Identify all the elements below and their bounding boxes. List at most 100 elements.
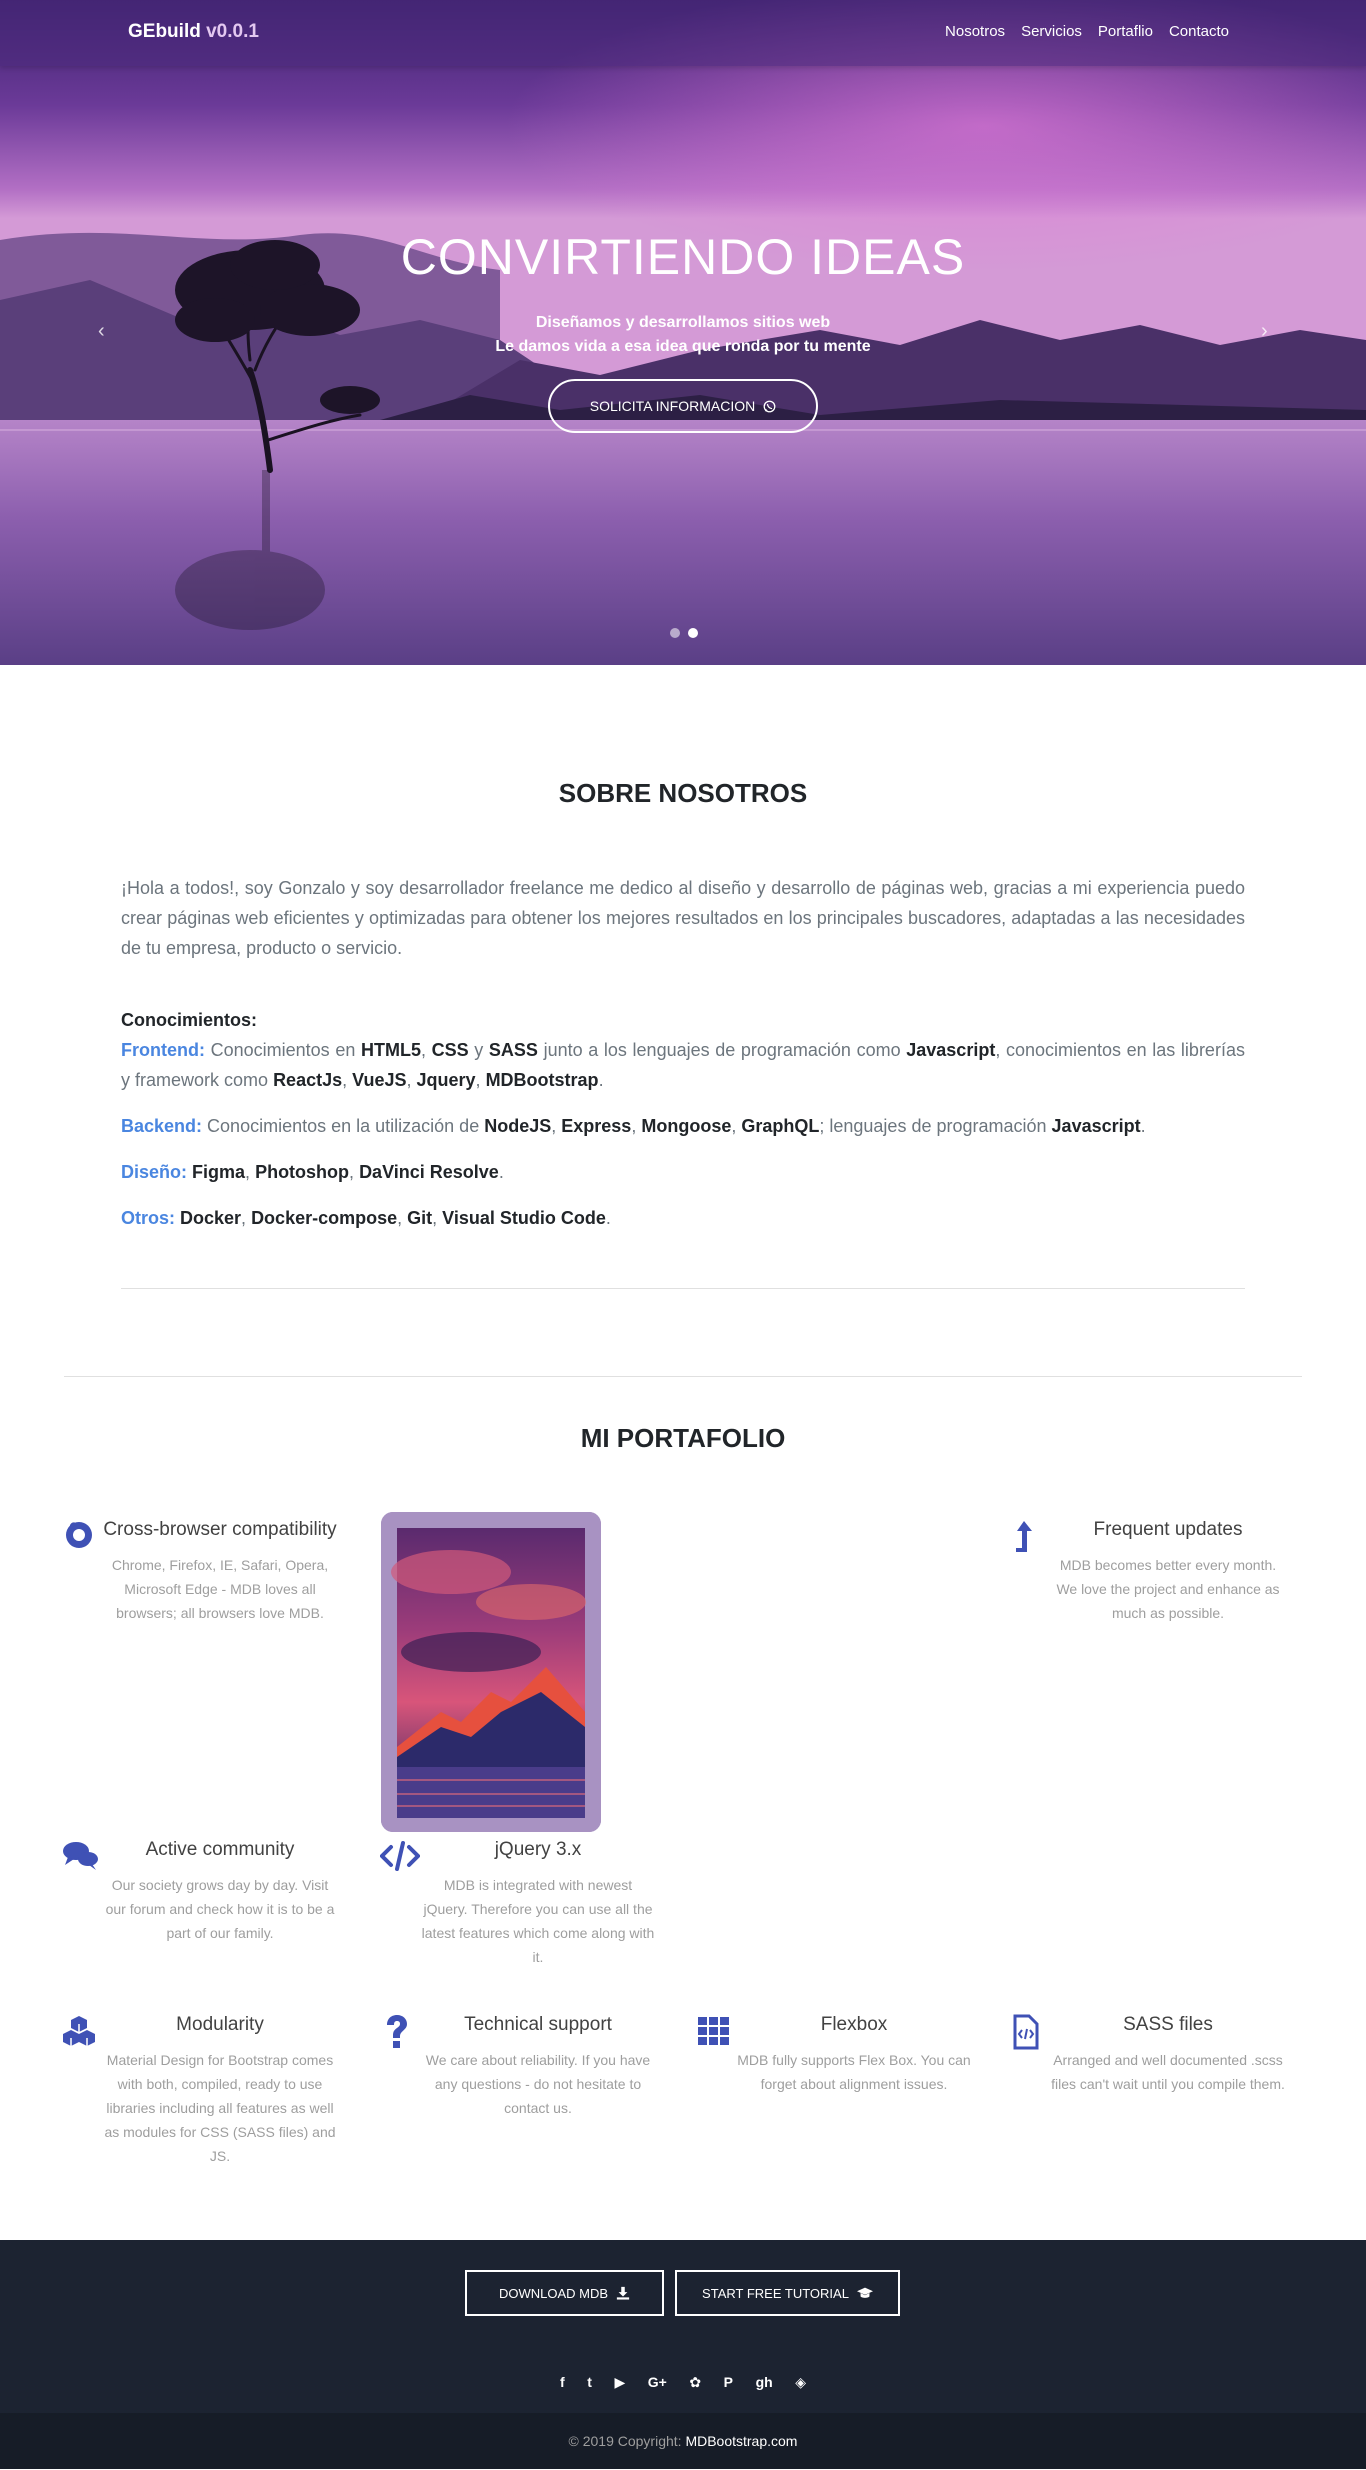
- feature-title: jQuery 3.x: [494, 1839, 582, 1860]
- firefox-icon: [66, 1522, 92, 1548]
- skills-heading: Conocimientos:: [121, 1010, 258, 1030]
- about-title: SOBRE NOSOTROS: [558, 778, 808, 808]
- brand[interactable]: GEbuild v0.0.1: [128, 21, 259, 43]
- feature-desc: Our society grows day by day. Visit our …: [105, 1877, 335, 1941]
- nav-links: Nosotros Servicios Portaflio Contacto: [945, 23, 1229, 40]
- skills-backend: Backend: Conocimientos en la utilización…: [121, 1116, 1146, 1136]
- skill-graphql: GraphQL: [741, 1116, 820, 1136]
- graduation-cap-icon: [856, 2287, 873, 2298]
- feature-desc: MDB is integrated with newest jQuery. Th…: [421, 1877, 655, 1965]
- brand-name[interactable]: GEbuild: [128, 21, 201, 42]
- backend-label: Backend:: [121, 1116, 203, 1136]
- skill-css: CSS: [431, 1040, 469, 1060]
- twitter-icon[interactable]: t: [587, 2374, 592, 2391]
- backend-text: Conocimientos en la utilización de: [207, 1116, 480, 1136]
- feature-desc: Material Design for Bootstrap comes with…: [104, 2052, 336, 2164]
- start-tutorial-label: START FREE TUTORIAL: [702, 2285, 849, 2301]
- skill-express: Express: [561, 1116, 632, 1136]
- navbar: GEbuild v0.0.1 Nosotros Servicios Portaf…: [0, 0, 1366, 66]
- skill-vuejs: VueJS: [352, 1070, 407, 1090]
- youtube-icon[interactable]: ▶: [614, 2374, 625, 2391]
- skills-design: Diseño: Figma, Photoshop, DaVinci Resolv…: [121, 1162, 504, 1182]
- feature-title: Frequent updates: [1093, 1519, 1243, 1540]
- feature-title: Flexbox: [820, 2014, 888, 2035]
- feature-active-community: Active community Our society grows day b…: [62, 1839, 352, 1999]
- feature-cross-browser: Cross-browser compatibility Chrome, Fire…: [62, 1519, 352, 1679]
- skills-others: Otros: Docker, Docker-compose, Git, Visu…: [121, 1208, 611, 1228]
- carousel-indicators: [670, 628, 698, 638]
- feature-frequent-updates: Frequent updates MDB becomes better ever…: [1010, 1519, 1300, 1679]
- pinterest-icon[interactable]: P: [724, 2374, 733, 2391]
- skills: Conocimientos: Frontend: Conocimientos e…: [121, 1005, 1245, 1249]
- carousel-indicator-1[interactable]: [670, 628, 680, 638]
- nav-link-servicios[interactable]: Servicios: [1021, 23, 1082, 40]
- feature-desc: MDB fully supports Flex Box. You can for…: [737, 2052, 971, 2092]
- skill-mongoose: Mongoose: [641, 1116, 732, 1136]
- feature-desc: MDB becomes better every month. We love …: [1056, 1557, 1280, 1621]
- download-mdb-button[interactable]: DOWNLOAD MDB: [465, 2270, 664, 2316]
- whatsapp-icon: [763, 400, 776, 412]
- frontend-label: Frontend:: [121, 1040, 205, 1060]
- social-links: f t ▶ G+ ✿ P gh ◈: [560, 2374, 806, 2391]
- feature-title: Cross-browser compatibility: [103, 1519, 337, 1540]
- feature-sass-files: SASS files Arranged and well documented …: [1010, 2014, 1300, 2194]
- divider: [121, 1288, 1245, 1289]
- copyright-text: © 2019 Copyright:: [568, 2433, 682, 2449]
- design-label: Diseño:: [121, 1162, 188, 1182]
- carousel-indicator-2[interactable]: [688, 628, 698, 638]
- skill-photoshop: Photoshop: [255, 1162, 350, 1182]
- google-plus-icon[interactable]: G+: [648, 2374, 667, 2391]
- skill-figma: Figma: [192, 1162, 246, 1182]
- request-info-button[interactable]: SOLICITA INFORMACION: [548, 379, 818, 433]
- comments-icon: [63, 1842, 98, 1870]
- feature-desc: Arranged and well documented .scss files…: [1051, 2052, 1285, 2092]
- frontend-conj: y: [474, 1040, 484, 1060]
- feature-title: Modularity: [176, 2014, 264, 2035]
- feature-technical-support: Technical support We care about reliabil…: [380, 2014, 670, 2194]
- nav-link-portafolio[interactable]: Portaflio: [1098, 23, 1153, 40]
- skill-nodejs: NodeJS: [484, 1116, 552, 1136]
- copyright-bar: © 2019 Copyright: MDBootstrap.com: [0, 2413, 1366, 2469]
- skill-html5: HTML5: [360, 1040, 421, 1060]
- skill-docker: Docker: [180, 1208, 242, 1228]
- request-info-label: SOLICITA INFORMACION: [589, 398, 756, 414]
- skill-sass: SASS: [488, 1040, 538, 1060]
- frontend-text: Conocimientos en: [210, 1040, 356, 1060]
- hero-carousel: ‹ › CONVIRTIENDO IDEAS Diseñamos y desar…: [0, 0, 1366, 665]
- footer: DOWNLOAD MDB START FREE TUTORIAL f t ▶ G…: [0, 2240, 1366, 2469]
- skill-mdbootstrap: MDBootstrap: [485, 1070, 599, 1090]
- question-icon: [387, 2015, 407, 2048]
- hero-subtitle-line-1: Diseñamos y desarrollamos sitios web: [535, 314, 831, 331]
- file-code-icon: [1013, 2014, 1039, 2050]
- feature-jquery: jQuery 3.x MDB is integrated with newest…: [380, 1839, 670, 1999]
- feature-flexbox: Flexbox MDB fully supports Flex Box. You…: [696, 2014, 986, 2194]
- start-tutorial-button[interactable]: START FREE TUTORIAL: [675, 2270, 900, 2316]
- feature-desc: Chrome, Firefox, IE, Safari, Opera, Micr…: [111, 1557, 329, 1621]
- brand-version[interactable]: v0.0.1: [206, 21, 259, 42]
- th-icon: [698, 2017, 729, 2045]
- copyright-link[interactable]: MDBootstrap.com: [685, 2433, 797, 2449]
- skill-docker-compose: Docker-compose: [251, 1208, 398, 1228]
- github-icon[interactable]: gh: [756, 2374, 773, 2391]
- portfolio-title: MI PORTAFOLIO: [580, 1423, 786, 1453]
- about-section: SOBRE NOSOTROS ¡Hola a todos!, soy Gonza…: [0, 665, 1366, 1377]
- nav-link-contacto[interactable]: Contacto: [1169, 23, 1229, 40]
- about-intro: ¡Hola a todos!, soy Gonzalo y soy desarr…: [121, 878, 1245, 958]
- dribbble-icon[interactable]: ✿: [689, 2374, 701, 2391]
- skill-javascript: Javascript: [906, 1040, 996, 1060]
- feature-title: Active community: [145, 1839, 295, 1860]
- frontend-text-2: junto a los lenguajes de programación co…: [543, 1040, 901, 1060]
- nav-link-nosotros[interactable]: Nosotros: [945, 23, 1005, 40]
- skill-reactjs: ReactJs: [273, 1070, 343, 1090]
- facebook-icon[interactable]: f: [560, 2374, 565, 2391]
- portfolio-image: [381, 1512, 601, 1832]
- hero-subtitle: Diseñamos y desarrollamos sitios web Le …: [0, 311, 1366, 359]
- skills-frontend: Frontend: Conocimientos en HTML5, CSS y …: [121, 1040, 1245, 1090]
- feature-title: SASS files: [1123, 2014, 1213, 2035]
- feature-desc: We care about reliability. If you have a…: [425, 2052, 651, 2116]
- download-icon: [616, 2286, 630, 2300]
- hero-subtitle-line-2: Le damos vida a esa idea que ronda por t…: [495, 338, 871, 355]
- portfolio-preview-image: [381, 1512, 601, 1832]
- cubes-icon: [63, 2016, 95, 2046]
- codepen-icon[interactable]: ◈: [795, 2374, 806, 2391]
